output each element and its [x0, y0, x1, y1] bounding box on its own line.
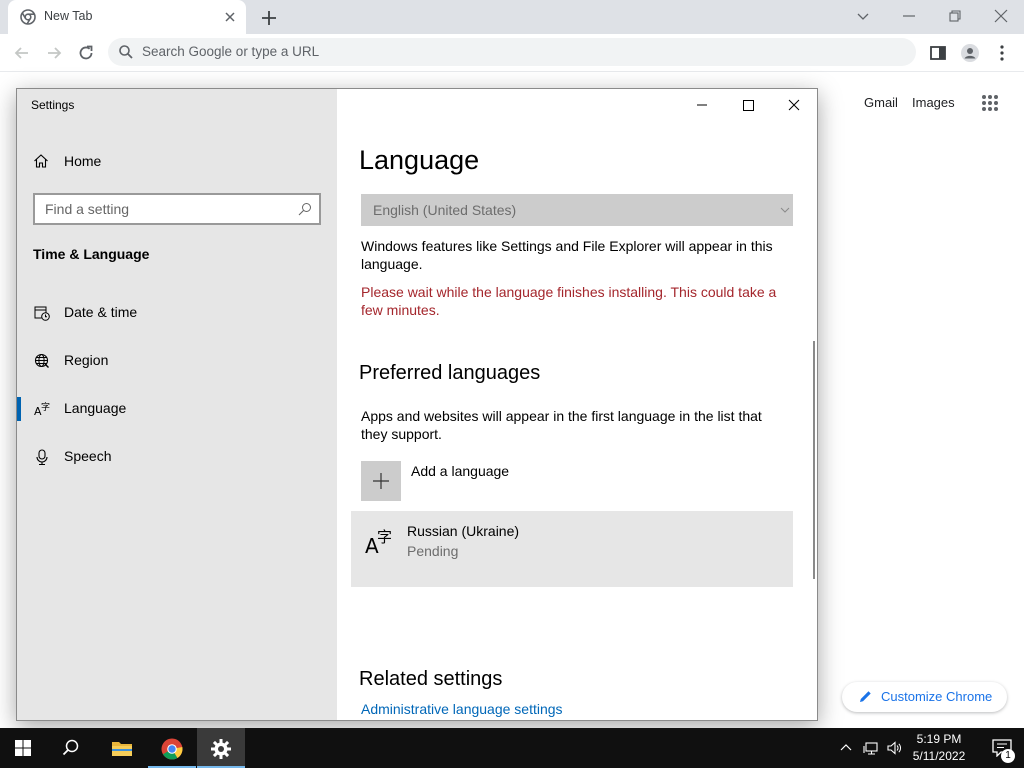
- omnibox-placeholder: Search Google or type a URL: [142, 44, 320, 59]
- close-window-icon[interactable]: [991, 6, 1011, 26]
- globe-icon: [34, 353, 49, 368]
- settings-sidebar: Settings Home Find a setting Time & Lang…: [17, 89, 337, 720]
- find-setting-placeholder: Find a setting: [45, 201, 130, 217]
- page-title: Language: [359, 145, 480, 175]
- nav-item-speech[interactable]: Speech: [17, 439, 337, 475]
- show-hidden-icons-chevron-icon[interactable]: [838, 740, 854, 756]
- nav-item-region[interactable]: Region: [17, 343, 337, 379]
- add-language-tile: [361, 461, 401, 501]
- search-icon: [298, 203, 311, 216]
- nav-item-label: Date & time: [64, 304, 138, 320]
- find-setting-input[interactable]: Find a setting: [33, 193, 321, 225]
- related-settings-heading: Related settings: [359, 668, 503, 690]
- display-language-description: Windows features like Settings and File …: [361, 238, 773, 272]
- chrome-taskbar-button[interactable]: [148, 728, 196, 768]
- tab-title: New Tab: [44, 9, 93, 23]
- language-list-item[interactable]: A 字 Russian (Ukraine) Pending: [351, 511, 793, 587]
- language-name: Russian (Ukraine): [407, 523, 520, 539]
- display-language-value: English (United States): [373, 202, 517, 218]
- network-icon[interactable]: [863, 740, 879, 756]
- language-pack-icon: A 字: [365, 528, 392, 555]
- settings-content: Language English (United States) Windows…: [337, 89, 817, 720]
- settings-window: Settings Home Find a setting Time & Lang…: [16, 88, 818, 721]
- svg-text:字: 字: [377, 528, 392, 546]
- omnibox[interactable]: Search Google or type a URL: [108, 38, 916, 66]
- settings-maximize-icon[interactable]: [725, 92, 771, 118]
- search-icon: [62, 739, 79, 756]
- search-icon: [119, 45, 133, 59]
- plus-icon: [373, 473, 389, 489]
- nav-item-label: Region: [64, 352, 109, 368]
- reload-icon[interactable]: [76, 43, 96, 63]
- administrative-language-settings-link[interactable]: Administrative language settings: [361, 701, 563, 717]
- calendar-clock-icon: [34, 306, 50, 321]
- add-language-label: Add a language: [411, 463, 510, 479]
- customize-chrome-button[interactable]: Customize Chrome: [842, 682, 1007, 712]
- chrome-menu-icon[interactable]: [992, 43, 1012, 63]
- nav-home-label: Home: [64, 153, 102, 169]
- chrome-logo-icon: [161, 738, 183, 760]
- minimize-icon[interactable]: [899, 6, 919, 26]
- nav-home[interactable]: Home: [33, 151, 323, 173]
- windows-logo-icon: [15, 740, 31, 756]
- chevron-down-icon: [780, 207, 790, 213]
- svg-text:字: 字: [41, 401, 50, 413]
- preferred-languages-heading: Preferred languages: [359, 362, 541, 384]
- settings-taskbar-button[interactable]: [197, 728, 245, 768]
- microphone-icon: [36, 449, 48, 465]
- action-center-button[interactable]: 1: [982, 728, 1022, 768]
- images-link[interactable]: Images: [912, 95, 955, 110]
- restore-icon[interactable]: [945, 6, 965, 26]
- profile-avatar-icon[interactable]: [960, 43, 980, 63]
- chrome-favicon-icon: [20, 9, 36, 25]
- section-title: Time & Language: [33, 246, 150, 262]
- nav-item-date-time[interactable]: Date & time: [17, 295, 337, 331]
- file-explorer-button[interactable]: [98, 728, 146, 768]
- clock-time: 5:19 PM: [916, 732, 962, 746]
- window-title: Settings: [31, 98, 75, 112]
- language-status: Pending: [407, 543, 459, 559]
- install-warning-text: Please wait while the language finishes …: [361, 284, 777, 318]
- tab-search-chevron-icon[interactable]: [853, 6, 873, 26]
- gear-icon: [211, 739, 231, 759]
- nav-item-label: Speech: [64, 448, 112, 464]
- windows-display-language-dropdown[interactable]: English (United States): [361, 194, 793, 226]
- volume-icon[interactable]: [886, 740, 902, 756]
- start-button[interactable]: [0, 728, 48, 768]
- taskbar: 5:19 PM 5/11/2022 1: [0, 728, 1024, 768]
- close-tab-icon[interactable]: [222, 9, 238, 25]
- pencil-icon: [860, 691, 871, 702]
- nav-item-label: Language: [64, 400, 127, 416]
- chrome-toolbar: Search Google or type a URL: [0, 34, 1024, 72]
- content-scrollbar[interactable]: [813, 341, 815, 579]
- taskbar-clock[interactable]: 5:19 PM 5/11/2022: [908, 731, 970, 765]
- new-tab-icon[interactable]: [260, 9, 278, 27]
- folder-icon: [112, 742, 132, 756]
- notification-count-badge: 1: [1001, 749, 1015, 763]
- preferred-languages-description: Apps and websites will appear in the fir…: [361, 408, 762, 442]
- language-icon: A 字: [34, 401, 50, 417]
- home-icon: [34, 154, 48, 168]
- gmail-link[interactable]: Gmail: [864, 95, 898, 110]
- add-language-button[interactable]: Add a language: [361, 461, 661, 501]
- settings-close-icon[interactable]: [771, 92, 817, 118]
- clock-date: 5/11/2022: [912, 749, 966, 763]
- customize-chrome-label: Customize Chrome: [881, 689, 993, 704]
- taskbar-search-button[interactable]: [48, 728, 96, 768]
- tab-new-tab[interactable]: New Tab: [8, 0, 246, 34]
- chrome-tab-strip: New Tab: [0, 0, 1024, 34]
- selection-indicator: [17, 397, 21, 421]
- google-apps-icon[interactable]: [981, 94, 999, 112]
- forward-arrow-icon[interactable]: [44, 43, 64, 63]
- settings-minimize-icon[interactable]: [679, 92, 725, 118]
- side-panel-icon[interactable]: [928, 43, 948, 63]
- nav-item-language[interactable]: A 字 Language: [17, 391, 337, 427]
- back-arrow-icon[interactable]: [12, 43, 32, 63]
